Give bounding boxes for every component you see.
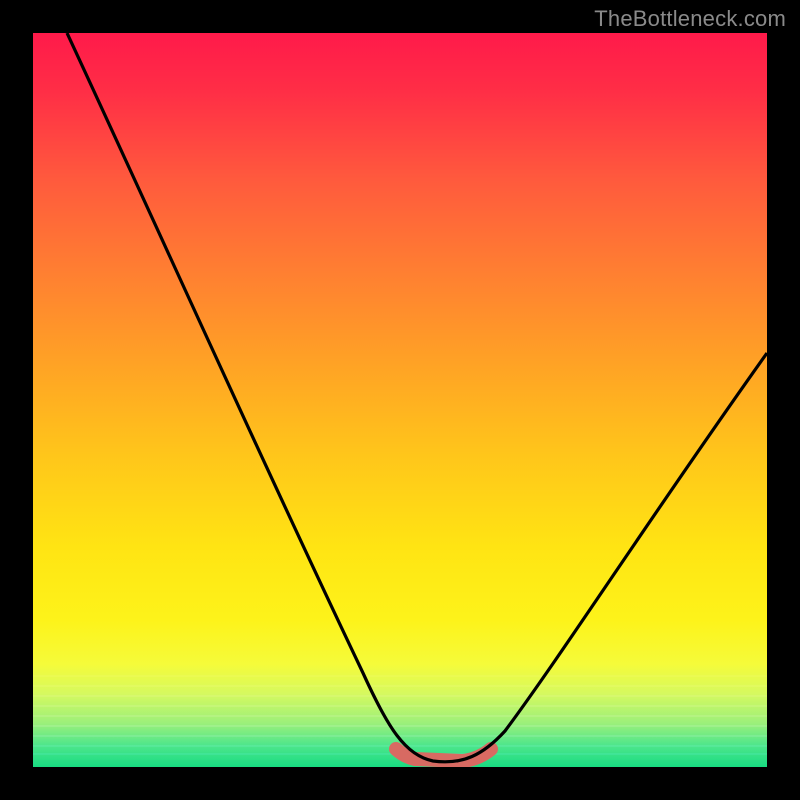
chart-frame: TheBottleneck.com: [0, 0, 800, 800]
watermark-text: TheBottleneck.com: [594, 6, 786, 32]
plot-area: [33, 33, 767, 767]
bottleneck-curve: [67, 33, 767, 762]
curve-layer: [33, 33, 767, 767]
